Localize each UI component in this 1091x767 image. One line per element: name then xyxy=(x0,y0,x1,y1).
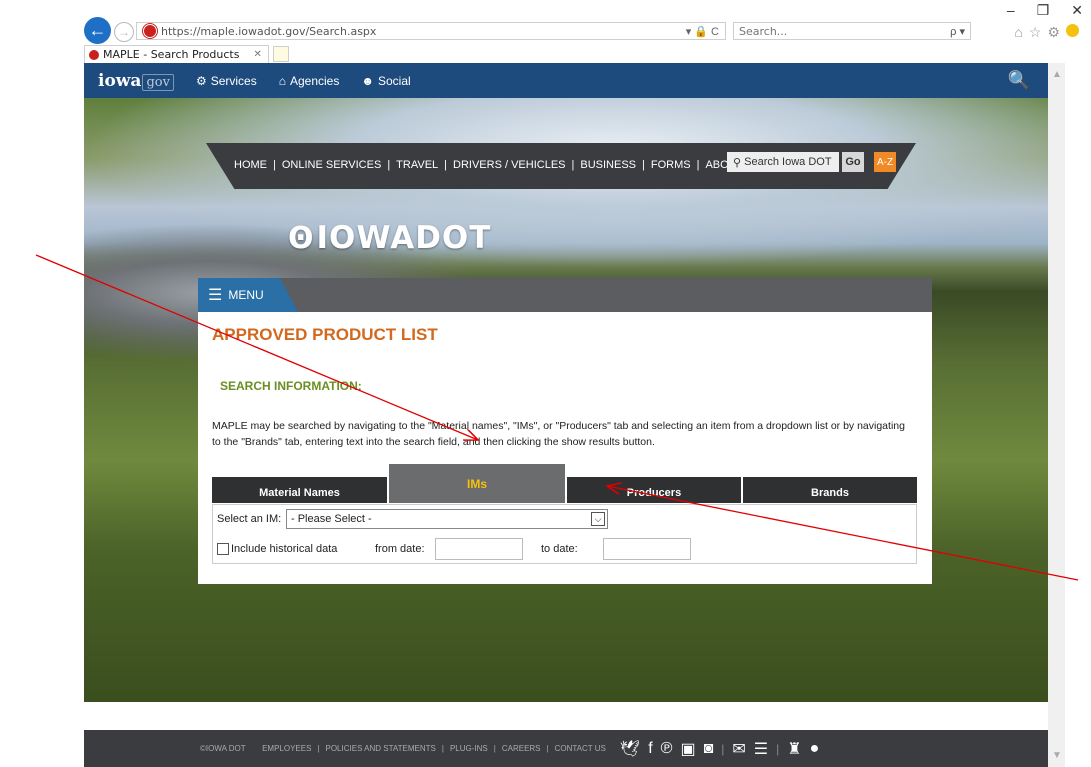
iowa-gov-bar: iowa gov ⚙ Services ⌂ Agencies ☻ Social 🔍 xyxy=(84,63,1048,98)
favorites-star-icon[interactable]: ☆ xyxy=(1029,24,1042,41)
minimize-button[interactable]: – xyxy=(1007,2,1015,19)
hero-background: HOME | ONLINE SERVICES | TRAVEL | DRIVERS /… xyxy=(84,98,1048,702)
nav-forms[interactable]: FORMS xyxy=(651,159,691,171)
tab-brands[interactable]: Brands xyxy=(743,477,917,503)
chevron-down-icon[interactable]: ⌵ xyxy=(591,512,605,526)
rss-icon[interactable]: ☰ xyxy=(754,739,768,759)
feedback-smiley-icon[interactable] xyxy=(1066,24,1079,37)
android-icon[interactable]: ♜ xyxy=(787,739,801,759)
forward-arrow-icon: → xyxy=(118,25,130,39)
search-description: MAPLE may be searched by navigating to t… xyxy=(212,420,905,448)
gov-link-agencies[interactable]: ⌂ Agencies xyxy=(279,74,340,88)
nav-online-services[interactable]: ONLINE SERVICES xyxy=(282,159,381,171)
footer-social-icons: 🕊 f ℗ ▣ ◙ | ✉ ☰ | ♜ ● xyxy=(619,739,820,759)
tab-strip: MAPLE - Search Products ✕ xyxy=(84,44,289,64)
tab-close-icon[interactable]: ✕ xyxy=(253,49,261,60)
page-viewport: iowa gov ⚙ Services ⌂ Agencies ☻ Social 🔍 HO… xyxy=(84,63,1048,767)
to-date-label: to date: xyxy=(541,543,578,555)
forward-button[interactable]: → xyxy=(114,22,134,42)
new-tab-button[interactable] xyxy=(272,46,289,62)
hamburger-icon: ☰ xyxy=(208,287,223,304)
from-date-label: from date: xyxy=(375,543,425,555)
im-selected-value: - Please Select - xyxy=(291,513,372,525)
to-date-input[interactable] xyxy=(603,538,691,560)
settings-gear-icon[interactable]: ⚙ xyxy=(1047,24,1060,41)
address-controls[interactable]: ▾ 🔒 C xyxy=(686,25,725,38)
iowa-gov-logo[interactable]: iowa gov xyxy=(98,71,174,91)
footer-link-employees[interactable]: EMPLOYEES xyxy=(262,744,311,753)
dot-search-input[interactable]: ⚲ Search Iowa DOT xyxy=(727,152,839,172)
back-button[interactable]: ← xyxy=(84,17,111,44)
scroll-down-icon[interactable]: ▼ xyxy=(1052,750,1062,761)
site-favicon-icon xyxy=(143,24,157,38)
twitter-icon[interactable]: 🕊 xyxy=(620,739,640,759)
apple-icon[interactable]: ● xyxy=(810,740,820,758)
main-content: APPROVED PRODUCT LIST SEARCH INFORMATION… xyxy=(198,312,932,584)
browser-tab[interactable]: MAPLE - Search Products ✕ xyxy=(84,44,269,64)
search-icon: ⚲ xyxy=(733,156,745,169)
nav-travel[interactable]: TRAVEL xyxy=(396,159,438,171)
a-z-index-button[interactable]: A-Z xyxy=(874,152,896,172)
page-footer: ©IOWA DOT EMPLOYEES | POLICIES AND STATEM… xyxy=(84,730,1048,767)
nav-business[interactable]: BUSINESS xyxy=(580,159,636,171)
close-window-button[interactable]: ✕ xyxy=(1071,2,1083,19)
footer-links: ©IOWA DOT EMPLOYEES | POLICIES AND STATEM… xyxy=(200,744,606,753)
footer-link-contact[interactable]: CONTACT US xyxy=(555,744,606,753)
home-icon[interactable]: ⌂ xyxy=(1014,24,1022,41)
nav-drivers-vehicles[interactable]: DRIVERS / VEHICLES xyxy=(453,159,565,171)
tab-favicon-icon xyxy=(89,49,99,60)
footer-link-careers[interactable]: CAREERS xyxy=(502,744,541,753)
youtube-icon[interactable]: ▣ xyxy=(680,739,695,759)
facebook-icon[interactable]: f xyxy=(648,740,652,758)
email-icon[interactable]: ✉ xyxy=(732,739,745,759)
tab-material-names[interactable]: Material Names xyxy=(212,477,387,503)
gov-link-services[interactable]: ⚙ Services xyxy=(196,74,257,88)
instagram-icon[interactable]: ◙ xyxy=(704,740,714,758)
historical-data-option[interactable]: Include historical data xyxy=(217,543,337,555)
footer-link-policies[interactable]: POLICIES AND STATEMENTS xyxy=(326,744,436,753)
gears-icon: ⚙ xyxy=(195,73,207,88)
nav-home[interactable]: HOME xyxy=(234,159,267,171)
scroll-up-icon[interactable]: ▲ xyxy=(1052,69,1062,80)
menu-bar: ☰ MENU xyxy=(198,278,932,312)
dot-swirl-icon: Ꙩ xyxy=(288,220,315,256)
search-icon[interactable]: ρ ▾ xyxy=(950,25,970,38)
search-tabs: Material Names IMs Producers Brands xyxy=(212,464,917,505)
search-info-heading: SEARCH INFORMATION: xyxy=(220,379,362,393)
pinterest-icon[interactable]: ℗ xyxy=(661,740,673,758)
footer-link-plugins[interactable]: PLUG-INS xyxy=(450,744,488,753)
from-date-input[interactable] xyxy=(435,538,523,560)
people-icon: ☻ xyxy=(361,73,374,88)
building-icon: ⌂ xyxy=(278,73,286,88)
window-controls: – ❐ ✕ xyxy=(1007,2,1083,19)
tab-ims[interactable]: IMs xyxy=(389,464,565,503)
iowa-dot-logo[interactable]: Ꙩ IOWADOT xyxy=(288,220,491,256)
ims-tab-panel: Select an IM: - Please Select - ⌵ Includ… xyxy=(212,504,917,564)
address-bar[interactable]: https://maple.iowadot.gov/Search.aspx ▾ … xyxy=(136,22,726,40)
footer-copyright: ©IOWA DOT xyxy=(200,744,246,753)
restore-button[interactable]: ❐ xyxy=(1037,2,1050,19)
tab-producers[interactable]: Producers xyxy=(567,477,741,503)
search-icon[interactable]: 🔍 xyxy=(1008,70,1030,91)
im-select-dropdown[interactable]: - Please Select - ⌵ xyxy=(286,509,608,529)
browser-search-box[interactable]: ρ ▾ xyxy=(733,22,971,40)
browser-search-input[interactable] xyxy=(734,23,941,39)
im-select-label: Select an IM: xyxy=(217,513,282,525)
tab-title: MAPLE - Search Products xyxy=(103,48,240,61)
page-scrollbar[interactable]: ▲ ▼ xyxy=(1048,63,1065,767)
back-arrow-icon: ← xyxy=(88,20,107,40)
dot-nav-links: HOME | ONLINE SERVICES | TRAVEL | DRIVERS /… xyxy=(234,159,744,171)
browser-chrome: ← → https://maple.iowadot.gov/Search.asp… xyxy=(0,0,1091,64)
url-text[interactable]: https://maple.iowadot.gov/Search.aspx xyxy=(161,25,376,38)
historical-data-checkbox[interactable] xyxy=(217,543,229,555)
menu-button[interactable]: ☰ MENU xyxy=(198,278,298,312)
page-title: APPROVED PRODUCT LIST xyxy=(212,325,438,344)
gov-link-social[interactable]: ☻ Social xyxy=(361,74,410,88)
dot-search-go-button[interactable]: Go xyxy=(842,152,864,172)
historical-data-label: Include historical data xyxy=(231,543,338,555)
browser-toolbar: ⌂ ☆ ⚙ xyxy=(1014,24,1079,41)
